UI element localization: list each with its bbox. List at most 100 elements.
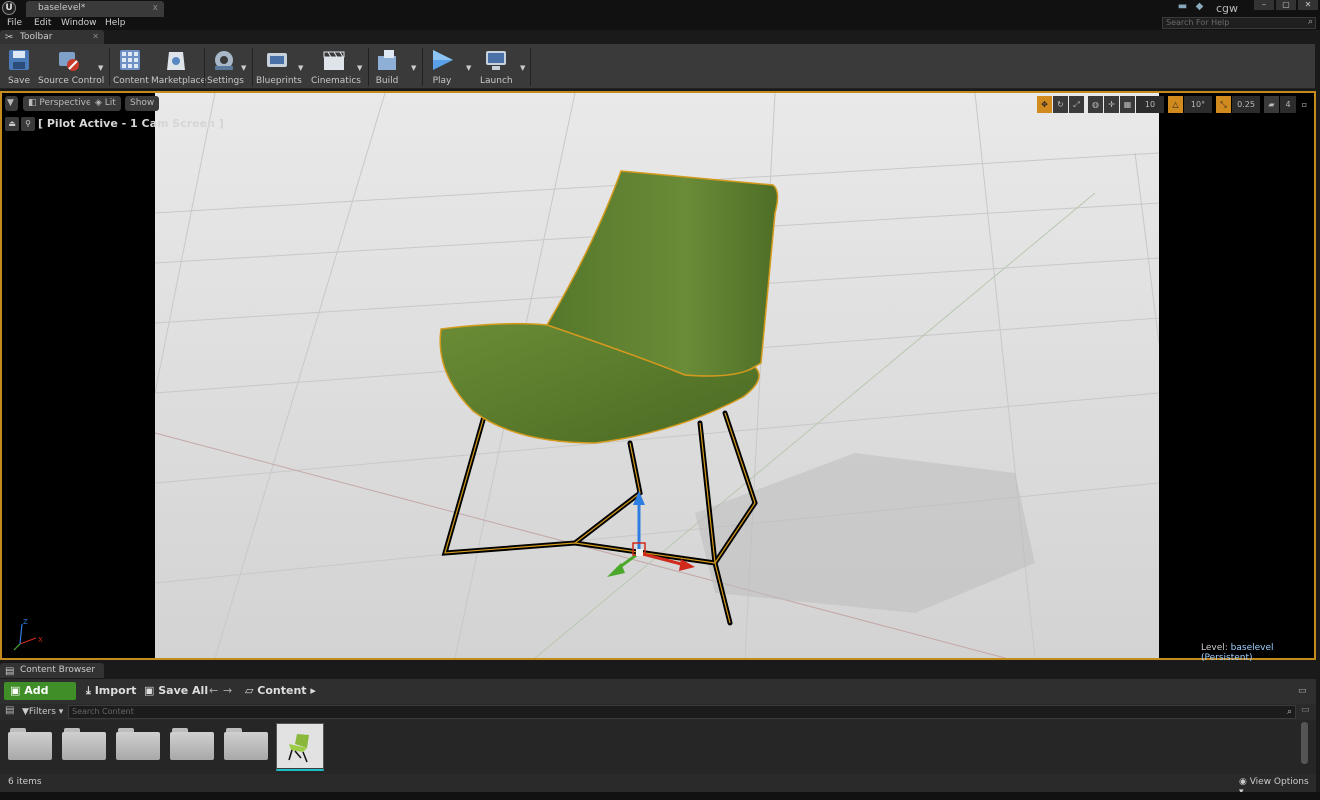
viewport-scene[interactable] xyxy=(155,93,1159,658)
back-arrow-icon[interactable]: ← xyxy=(209,682,218,700)
content-browser-tab[interactable]: ▤ Content Browser xyxy=(0,663,104,678)
lock-icon[interactable]: ▭ xyxy=(1301,705,1310,715)
feedback-icon[interactable]: ◆ xyxy=(1193,1,1206,13)
translate-mode-icon[interactable]: ✥ xyxy=(1037,96,1052,113)
build-button[interactable]: Build xyxy=(373,46,401,87)
toolbar-panel-tab[interactable]: ✂ Toolbar ✕ xyxy=(0,30,104,44)
grid-snap-value[interactable]: 10 xyxy=(1136,96,1164,113)
save-button[interactable]: Save xyxy=(4,46,34,87)
camera-speed-value[interactable]: 4 xyxy=(1280,96,1296,113)
cinematics-button[interactable]: Cinematics xyxy=(311,46,361,87)
search-icon: ⌕ xyxy=(1307,17,1313,27)
maximize-viewport-icon[interactable]: ▫ xyxy=(1297,96,1312,113)
folder-body xyxy=(224,732,268,760)
unreal-logo-icon: U xyxy=(2,1,16,15)
folder-item[interactable] xyxy=(224,728,268,760)
wrench-icon: ✂ xyxy=(5,32,14,43)
chevron-down-icon: ▾ xyxy=(55,707,64,717)
menu-edit[interactable]: Edit xyxy=(34,17,51,30)
level-document-tab[interactable]: baselevel* x xyxy=(26,1,164,17)
world-axis-indicator: X Z xyxy=(13,618,43,651)
content-browser-tab-label: Content Browser xyxy=(20,665,96,675)
play-button[interactable]: Play xyxy=(428,46,456,87)
source-control-dropdown-arrow[interactable]: ▼ xyxy=(98,64,103,72)
menu-bar: File Edit Window Help xyxy=(0,17,1320,30)
viewport-transform-toolbar: ✥ ↻ ⤢ ◍ ✛ ▦ 10 △ 10° ⤡ 0.25 ▰ 4 ▫ xyxy=(1037,96,1312,113)
folder-body xyxy=(116,732,160,760)
search-content-input[interactable]: Search Content ⌕ xyxy=(68,705,1296,719)
add-new-button[interactable]: ▣ Add New ▾ xyxy=(4,682,76,715)
settings-dropdown-arrow[interactable]: ▼ xyxy=(241,64,246,72)
view-mode-button[interactable]: ◈ Lit xyxy=(90,96,121,111)
menu-help[interactable]: Help xyxy=(105,17,126,30)
cinematics-button-label: Cinematics xyxy=(311,76,361,86)
help-search-input[interactable]: Search For Help ⌕ xyxy=(1162,17,1316,29)
camera-lock-icon[interactable]: ⚲ xyxy=(21,117,35,131)
build-dropdown-arrow[interactable]: ▼ xyxy=(411,64,416,72)
filters-button[interactable]: ▼Filters ▾ xyxy=(22,705,63,719)
dock-icon[interactable]: ▭ xyxy=(1298,682,1307,700)
show-button[interactable]: Show xyxy=(125,96,160,111)
sources-panel-icon[interactable]: ▤ xyxy=(5,705,14,716)
launch-dropdown-arrow[interactable]: ▼ xyxy=(520,64,525,72)
rotate-mode-icon[interactable]: ↻ xyxy=(1053,96,1068,113)
save-all-button[interactable]: ▣ Save All xyxy=(144,682,208,700)
play-icon xyxy=(429,48,455,72)
clapperboard-icon xyxy=(321,48,347,72)
rotation-snap-icon[interactable]: △ xyxy=(1168,96,1183,113)
scale-snap-icon[interactable]: ⤡ xyxy=(1216,96,1231,113)
close-icon[interactable]: ✕ xyxy=(92,30,99,44)
folder-body xyxy=(62,732,106,760)
launch-button[interactable]: Launch xyxy=(480,46,513,87)
level-viewport[interactable] xyxy=(0,91,1316,660)
filters-label: Filters xyxy=(28,707,56,717)
blueprints-button[interactable]: Blueprints xyxy=(256,46,302,87)
perspective-button[interactable]: ◧ Perspective xyxy=(23,96,97,111)
toolbar-separator xyxy=(422,48,423,86)
grid-snap-icon[interactable]: ▦ xyxy=(1120,96,1135,113)
asset-grid xyxy=(0,720,1316,774)
content-button[interactable]: Content xyxy=(113,46,149,87)
folder-item[interactable] xyxy=(8,728,52,760)
chair-mesh-asset[interactable] xyxy=(276,723,324,771)
chevron-right-icon: ▸ xyxy=(306,684,316,697)
import-button[interactable]: ⤓ Import xyxy=(86,682,136,700)
camera-speed-icon[interactable]: ▰ xyxy=(1264,96,1279,113)
settings-button[interactable]: Settings xyxy=(207,46,244,87)
marketplace-button[interactable]: Marketplace xyxy=(151,46,206,87)
play-dropdown-arrow[interactable]: ▼ xyxy=(466,64,471,72)
save-button-label: Save xyxy=(7,76,31,86)
eject-icon[interactable]: ⏏ xyxy=(5,117,19,131)
menu-file[interactable]: File xyxy=(7,17,22,30)
folder-item[interactable] xyxy=(62,728,106,760)
source-control-button[interactable]: Source Control xyxy=(38,46,104,87)
build-button-label: Build xyxy=(375,76,399,86)
scale-snap-value[interactable]: 0.25 xyxy=(1232,96,1260,113)
maximize-button[interactable]: ▢ xyxy=(1276,0,1296,10)
world-space-icon[interactable]: ◍ xyxy=(1088,96,1103,113)
close-window-button[interactable]: ✕ xyxy=(1298,0,1318,10)
close-icon[interactable]: x xyxy=(153,1,158,16)
minimize-button[interactable]: – xyxy=(1254,0,1274,10)
source-control-icon xyxy=(55,48,81,72)
blueprints-dropdown-arrow[interactable]: ▼ xyxy=(298,64,303,72)
path-breadcrumb[interactable]: ▱ Content ▸ xyxy=(245,682,316,700)
viewport-options-button[interactable]: ▼ xyxy=(5,96,18,111)
forward-arrow-icon[interactable]: → xyxy=(223,682,232,700)
toolbar-separator xyxy=(204,48,205,86)
content-scrollbar[interactable] xyxy=(1301,722,1308,764)
content-status-bar: 6 items ◉ View Options ▾ xyxy=(0,774,1316,797)
folder-item[interactable] xyxy=(170,728,214,760)
cinematics-dropdown-arrow[interactable]: ▼ xyxy=(357,64,362,72)
surface-snap-icon[interactable]: ✛ xyxy=(1104,96,1119,113)
content-browser-icon: ▤ xyxy=(5,666,15,677)
chat-icon[interactable]: ▬ xyxy=(1176,1,1189,13)
rotation-snap-value[interactable]: 10° xyxy=(1184,96,1212,113)
perspective-icon: ◧ xyxy=(28,98,40,108)
scale-mode-icon[interactable]: ⤢ xyxy=(1069,96,1084,113)
toolbar-tab-label: Toolbar xyxy=(20,32,53,42)
folder-item[interactable] xyxy=(116,728,160,760)
eye-icon: ◉ xyxy=(1239,777,1250,787)
folder-body xyxy=(170,732,214,760)
menu-window[interactable]: Window xyxy=(61,17,97,30)
